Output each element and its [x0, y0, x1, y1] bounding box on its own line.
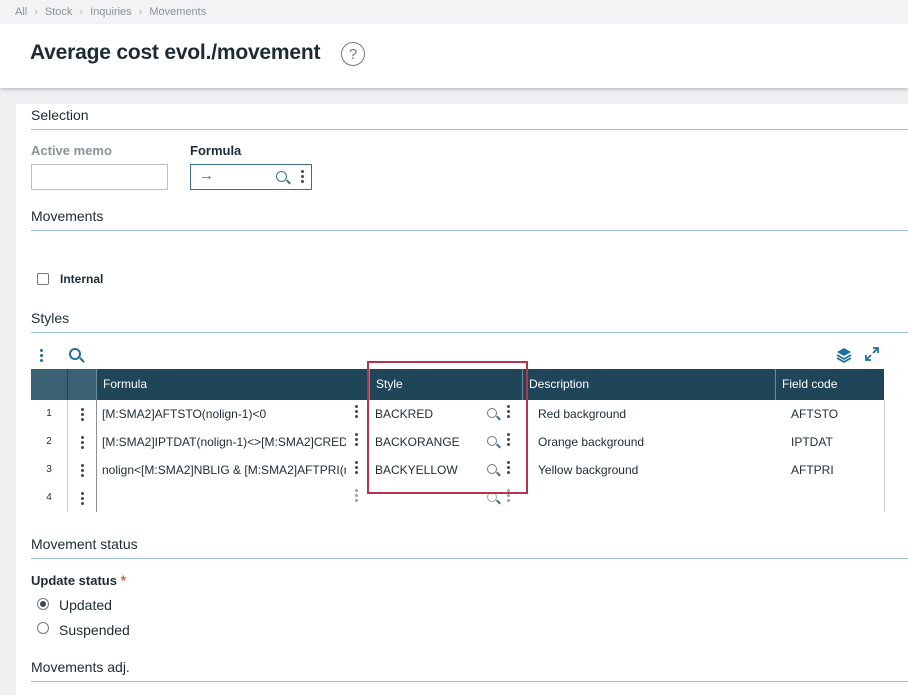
breadcrumb: All › Stock › Inquiries › Movements	[0, 0, 908, 24]
cell-formula[interactable]: [M:SMA2]IPTDAT(nolign-1)<>[M:SMA2]CRED.	[96, 428, 346, 456]
section-title-movement-status: Movement status	[31, 536, 138, 552]
breadcrumb-item-all[interactable]: All	[15, 6, 27, 18]
title-bar: Average cost evol./movement ?	[0, 24, 908, 88]
page-title: Average cost evol./movement	[30, 41, 321, 64]
column-header-formula[interactable]: Formula	[96, 369, 369, 400]
cell-description[interactable]: Orange background	[532, 428, 772, 456]
section-divider	[31, 129, 908, 130]
search-icon[interactable]	[276, 171, 287, 182]
section-divider	[31, 558, 908, 559]
cell-field-code[interactable]: AFTSTO	[785, 400, 885, 428]
style-column-highlight	[367, 361, 528, 494]
grid-search-icon[interactable]	[69, 348, 81, 360]
section-title-movements: Movements	[31, 208, 104, 224]
expand-icon[interactable]	[865, 347, 879, 361]
formula-field[interactable]: →	[190, 164, 312, 190]
active-memo-label: Active memo	[31, 143, 112, 158]
row-number: 2	[46, 436, 52, 447]
cell-description[interactable]	[532, 484, 772, 512]
grid-menu-icon[interactable]	[40, 349, 43, 364]
section-title-styles: Styles	[31, 310, 70, 326]
cell-description[interactable]: Yellow background	[532, 456, 772, 484]
row-menu-icon[interactable]	[81, 436, 84, 451]
cell-menu-icon[interactable]	[355, 489, 358, 504]
help-icon[interactable]: ?	[341, 42, 365, 66]
row-menu-icon[interactable]	[81, 408, 84, 423]
radio-suspended-label[interactable]: Suspended	[59, 622, 130, 638]
update-status-label-text: Update status	[31, 573, 117, 588]
cell-field-code[interactable]: IPTDAT	[785, 428, 885, 456]
section-divider	[31, 230, 908, 231]
cell-description[interactable]: Red background	[532, 400, 772, 428]
cell-formula[interactable]: [M:SMA2]AFTSTO(nolign-1)<0	[96, 400, 346, 428]
layers-icon[interactable]	[836, 347, 852, 363]
internal-checkbox[interactable]	[37, 273, 49, 285]
column-header-field-code[interactable]: Field code	[775, 369, 884, 400]
breadcrumb-item-stock[interactable]: Stock	[45, 6, 73, 18]
required-icon: *	[120, 572, 127, 588]
section-divider	[31, 681, 908, 682]
row-number: 4	[46, 492, 52, 503]
active-memo-input[interactable]	[31, 164, 168, 190]
internal-label: Internal	[60, 272, 104, 286]
cell-field-code[interactable]: AFTPRI	[785, 456, 885, 484]
update-status-label: Update status *	[31, 572, 126, 588]
breadcrumb-separator-icon: ›	[79, 6, 84, 18]
cell-formula[interactable]	[96, 484, 346, 512]
radio-updated[interactable]	[37, 598, 49, 610]
main-panel: Selection Active memo Formula → Movement…	[16, 104, 908, 695]
breadcrumb-separator-icon: ›	[138, 6, 143, 18]
radio-updated-label[interactable]: Updated	[59, 597, 112, 613]
radio-suspended[interactable]	[37, 622, 49, 634]
breadcrumb-item-movements[interactable]: Movements	[149, 6, 206, 18]
more-options-icon[interactable]	[301, 170, 304, 185]
cell-menu-icon[interactable]	[355, 433, 358, 448]
row-menu-icon[interactable]	[81, 492, 84, 507]
section-title-movements-adj: Movements adj.	[31, 659, 130, 675]
column-header-description[interactable]: Description	[522, 369, 775, 400]
formula-label: Formula	[190, 143, 242, 158]
row-number: 3	[46, 464, 52, 475]
section-divider	[31, 332, 908, 333]
cell-formula[interactable]: nolign<[M:SMA2]NBLIG & [M:SMA2]AFTPRI(r	[96, 456, 346, 484]
cell-menu-icon[interactable]	[355, 405, 358, 420]
breadcrumb-separator-icon: ›	[34, 6, 38, 18]
arrow-right-icon[interactable]: →	[199, 167, 214, 184]
grid-header-menu	[68, 369, 96, 400]
breadcrumb-item-inquiries[interactable]: Inquiries	[90, 6, 132, 18]
row-number: 1	[46, 408, 52, 419]
section-title-selection: Selection	[31, 107, 89, 123]
row-menu-icon[interactable]	[81, 464, 84, 479]
cell-menu-icon[interactable]	[355, 461, 358, 476]
grid-header-rownum	[31, 369, 67, 400]
cell-field-code[interactable]	[785, 484, 885, 512]
